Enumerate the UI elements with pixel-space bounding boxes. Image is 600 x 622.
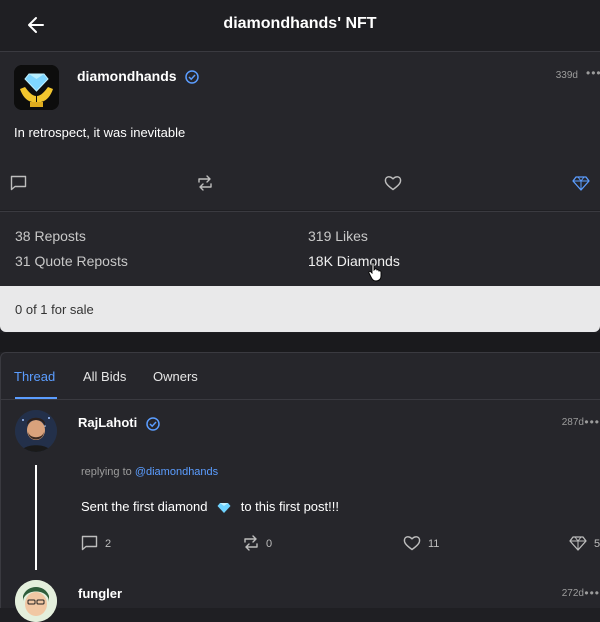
diamond-icon[interactable] [569,536,587,551]
more-options-icon[interactable]: ••• [584,415,600,429]
tab-thread[interactable]: Thread [14,369,55,384]
mouse-pointer-icon [368,262,382,282]
reply-text-before: Sent the first diamond [81,499,208,514]
avatar[interactable] [15,580,57,622]
like-heart-icon[interactable] [384,175,402,191]
tab-owners[interactable]: Owners [153,369,198,384]
quote-reposts-count[interactable]: 31 Quote Reposts [15,253,128,269]
reply-diamonds-count: 5 [594,538,600,550]
avatar[interactable] [14,65,59,110]
for-sale-bar: 0 of 1 for sale [0,286,600,332]
reposts-count[interactable]: 38 Reposts [15,228,86,244]
tab-bar: Thread All Bids Owners [1,353,600,400]
next-post-author[interactable]: fungler [78,586,122,601]
verified-badge-icon [146,416,160,431]
next-post-timestamp: 272d [561,588,584,599]
more-options-icon[interactable]: ••• [586,67,600,79]
reply-text-after: to this first post!!! [240,499,339,514]
replying-to-label: replying to @diamondhands [81,466,218,478]
active-tab-indicator [15,397,57,399]
repost-icon[interactable] [242,535,260,551]
comment-icon[interactable] [10,175,27,191]
post-text: In retrospect, it was inevitable [14,125,186,140]
divider [0,333,600,352]
diamond-hands-logo-icon [14,65,59,110]
user-avatar-icon [15,580,57,622]
reply-author[interactable]: RajLahoti [78,415,160,431]
like-heart-icon[interactable] [403,535,421,551]
for-sale-status: 0 of 1 for sale [15,302,94,317]
reply-likes-count: 11 [428,538,440,550]
diamond-emoji-icon [217,502,231,513]
thread-connector-line [35,465,37,570]
comment-icon[interactable] [81,535,98,551]
post-author-name[interactable]: diamondhands [77,68,177,84]
reply-comments-count: 2 [105,538,112,550]
post-timestamp: 339d [555,70,578,81]
reply-reposts-count: 0 [266,538,273,550]
diamonds-count[interactable]: 18K Diamonds [308,253,400,269]
replying-prefix: replying to [81,466,132,478]
replying-to-link[interactable]: @diamondhands [135,466,218,478]
diamond-icon[interactable] [572,176,590,191]
likes-count[interactable]: 319 Likes [308,228,368,244]
verified-badge-icon [185,70,200,85]
repost-icon[interactable] [196,175,214,191]
post-author[interactable]: diamondhands [77,68,200,85]
user-avatar-icon [15,410,57,452]
reply-author-name[interactable]: RajLahoti [78,415,137,430]
tab-all-bids[interactable]: All Bids [83,369,126,384]
post-stats: 38 Reposts 31 Quote Reposts 319 Likes 18… [0,211,600,287]
avatar[interactable] [15,410,57,452]
more-options-icon[interactable]: ••• [584,586,600,600]
thread-panel: Thread All Bids Owners [0,352,600,608]
reply-timestamp: 287d [561,417,584,428]
reply-text: Sent the first diamond to this first pos… [81,499,339,514]
top-bar: diamondhands' NFT [0,0,600,52]
page-title: diamondhands' NFT [223,15,377,32]
